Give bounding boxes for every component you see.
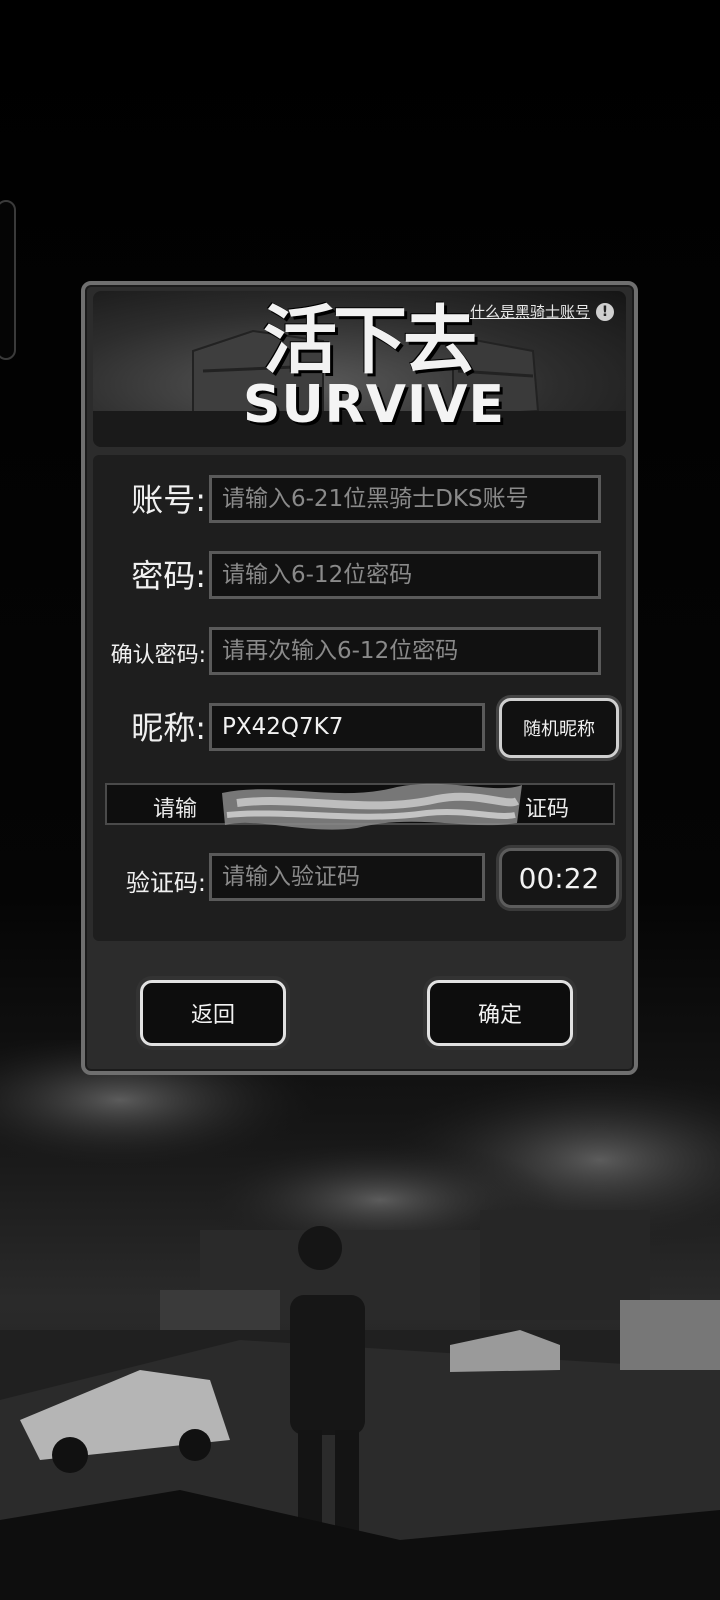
confirm-password-label: 确认密码: — [110, 643, 206, 668]
register-dialog: 活下去 SURVIVE 什么是黑骑士账号 ! 账号: 请输入6-21位黑骑士DK… — [81, 281, 638, 1075]
password-input[interactable]: 请输入6-12位密码 — [209, 551, 601, 599]
account-label: 账号: — [131, 481, 206, 519]
confirm-button[interactable]: 确定 — [427, 980, 573, 1046]
verification-input[interactable]: 请输入验证码 — [209, 853, 485, 901]
game-logo-english: SURVIVE — [243, 375, 506, 435]
help-link-label: 什么是黑骑士账号 — [469, 303, 590, 321]
game-logo-chinese: 活下去 — [263, 298, 477, 384]
random-nickname-button[interactable]: 随机昵称 — [499, 698, 619, 758]
notice-text-left: 请输 — [153, 797, 198, 822]
game-banner: 活下去 SURVIVE 什么是黑骑士账号 ! — [93, 291, 626, 447]
what-is-account-link[interactable]: 什么是黑骑士账号 ! — [470, 301, 614, 322]
nickname-input[interactable]: PX42Q7K7 — [209, 703, 485, 751]
verification-label: 验证码: — [125, 869, 206, 897]
redaction-scribble — [222, 783, 522, 830]
background-scene — [0, 1040, 720, 1600]
screen: 活下去 SURVIVE 什么是黑骑士账号 ! 账号: 请输入6-21位黑骑士DK… — [0, 0, 720, 1600]
confirm-password-input[interactable]: 请再次输入6-12位密码 — [209, 627, 601, 675]
exclamation-circle-icon: ! — [596, 302, 614, 321]
nickname-label: 昵称: — [131, 709, 206, 747]
side-drawer-handle[interactable] — [0, 200, 16, 360]
verification-notice: 请输 证码 — [105, 783, 615, 830]
password-label: 密码: — [131, 557, 206, 595]
account-input[interactable]: 请输入6-21位黑骑士DKS账号 — [209, 475, 601, 523]
registration-form: 账号: 请输入6-21位黑骑士DKS账号 密码: 请输入6-12位密码 确认密码… — [93, 455, 626, 941]
countdown-button[interactable]: 00:22 — [499, 848, 619, 908]
back-button[interactable]: 返回 — [140, 980, 286, 1046]
notice-text-right: 证码 — [524, 797, 569, 822]
